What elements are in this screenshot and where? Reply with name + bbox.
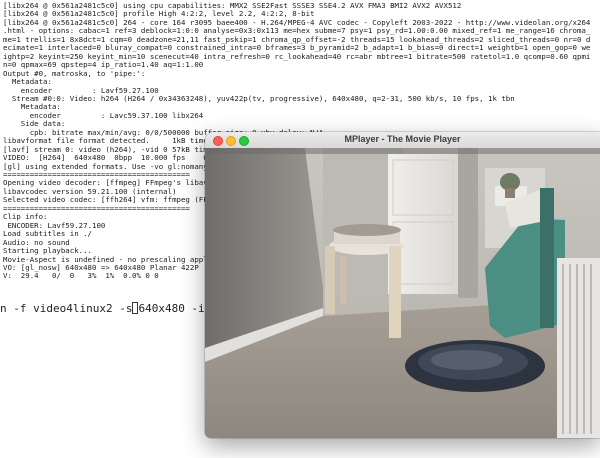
- terminal-line: n=0 qpmax=69 qpstep=4 ip_ratio=1.40 aq=1…: [3, 60, 204, 70]
- terminal-command-line[interactable]: n -f video4linux2 -s 640x480 -i /de: [0, 302, 231, 316]
- terminal-line: Load subtitles in ./: [3, 229, 92, 239]
- terminal-line: V: 29.4 0/ 0 3% 1% 0.0% 0 0: [3, 271, 159, 281]
- terminal-line: VIDEO: [H264] 640x480 0bpp 10.000 fps 0.: [3, 153, 213, 163]
- window-title: MPlayer - The Movie Player: [344, 134, 461, 144]
- command-prefix: n -f video4linux2 -s: [0, 302, 133, 315]
- terminal-line: Metadata:: [3, 77, 52, 87]
- mplayer-window[interactable]: MPlayer - The Movie Player: [205, 132, 600, 438]
- terminal-line: Stream #0:0: Video: h264 (H264 / 0x34363…: [3, 93, 515, 103]
- terminal-line: libavformat file format detected. 1kB ti…: [3, 136, 213, 146]
- terminal-line: Starting playback...: [3, 246, 92, 256]
- window-titlebar[interactable]: MPlayer - The Movie Player: [205, 132, 600, 149]
- video-frame-image: [205, 148, 600, 438]
- video-frame[interactable]: [205, 148, 600, 438]
